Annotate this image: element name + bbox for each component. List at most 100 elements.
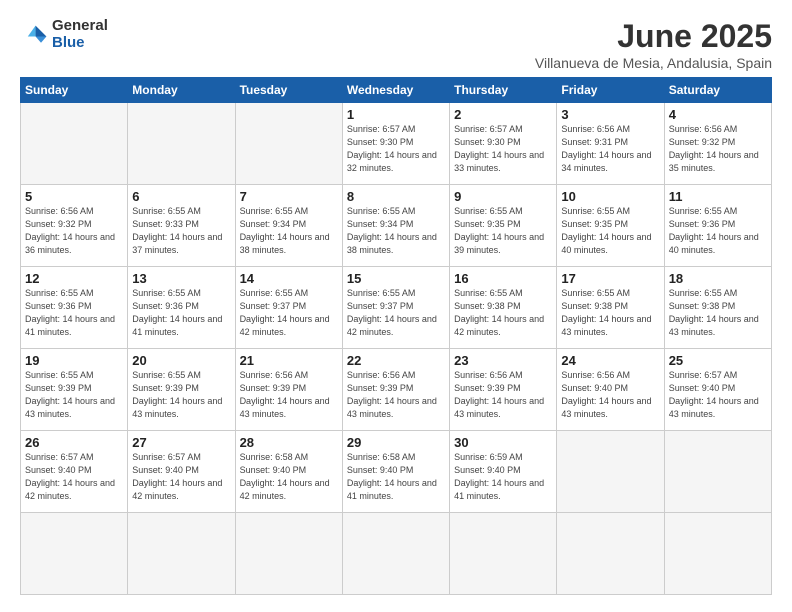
day-number: 21 — [240, 353, 338, 368]
day-info: Sunrise: 6:55 AM Sunset: 9:36 PM Dayligh… — [25, 287, 123, 339]
table-row: 6Sunrise: 6:55 AM Sunset: 9:33 PM Daylig… — [128, 185, 235, 267]
day-number: 23 — [454, 353, 552, 368]
table-row: 10Sunrise: 6:55 AM Sunset: 9:35 PM Dayli… — [557, 185, 664, 267]
table-row: 26Sunrise: 6:57 AM Sunset: 9:40 PM Dayli… — [21, 431, 128, 513]
header: General Blue June 2025 Villanueva de Mes… — [20, 18, 772, 71]
header-friday: Friday — [557, 78, 664, 103]
day-number: 16 — [454, 271, 552, 286]
table-row — [664, 513, 771, 595]
table-row: 20Sunrise: 6:55 AM Sunset: 9:39 PM Dayli… — [128, 349, 235, 431]
table-row — [235, 513, 342, 595]
header-wednesday: Wednesday — [342, 78, 449, 103]
logo-blue-label: Blue — [52, 35, 108, 52]
day-info: Sunrise: 6:55 AM Sunset: 9:38 PM Dayligh… — [669, 287, 767, 339]
calendar-week-row: 5Sunrise: 6:56 AM Sunset: 9:32 PM Daylig… — [21, 185, 772, 267]
table-row — [342, 513, 449, 595]
header-tuesday: Tuesday — [235, 78, 342, 103]
table-row — [128, 513, 235, 595]
table-row — [235, 103, 342, 185]
table-row: 1Sunrise: 6:57 AM Sunset: 9:30 PM Daylig… — [342, 103, 449, 185]
header-thursday: Thursday — [450, 78, 557, 103]
day-info: Sunrise: 6:58 AM Sunset: 9:40 PM Dayligh… — [240, 451, 338, 503]
header-monday: Monday — [128, 78, 235, 103]
logo-general-label: General — [52, 18, 108, 35]
header-sunday: Sunday — [21, 78, 128, 103]
day-info: Sunrise: 6:56 AM Sunset: 9:39 PM Dayligh… — [240, 369, 338, 421]
day-info: Sunrise: 6:55 AM Sunset: 9:37 PM Dayligh… — [347, 287, 445, 339]
day-info: Sunrise: 6:56 AM Sunset: 9:40 PM Dayligh… — [561, 369, 659, 421]
table-row: 19Sunrise: 6:55 AM Sunset: 9:39 PM Dayli… — [21, 349, 128, 431]
day-number: 10 — [561, 189, 659, 204]
title-block: June 2025 Villanueva de Mesia, Andalusia… — [535, 18, 772, 71]
table-row: 14Sunrise: 6:55 AM Sunset: 9:37 PM Dayli… — [235, 267, 342, 349]
day-info: Sunrise: 6:56 AM Sunset: 9:39 PM Dayligh… — [454, 369, 552, 421]
table-row: 27Sunrise: 6:57 AM Sunset: 9:40 PM Dayli… — [128, 431, 235, 513]
day-number: 30 — [454, 435, 552, 450]
day-info: Sunrise: 6:57 AM Sunset: 9:40 PM Dayligh… — [132, 451, 230, 503]
day-info: Sunrise: 6:57 AM Sunset: 9:40 PM Dayligh… — [25, 451, 123, 503]
table-row: 11Sunrise: 6:55 AM Sunset: 9:36 PM Dayli… — [664, 185, 771, 267]
table-row — [664, 431, 771, 513]
weekday-header-row: Sunday Monday Tuesday Wednesday Thursday… — [21, 78, 772, 103]
day-number: 1 — [347, 107, 445, 122]
table-row: 4Sunrise: 6:56 AM Sunset: 9:32 PM Daylig… — [664, 103, 771, 185]
day-number: 9 — [454, 189, 552, 204]
day-info: Sunrise: 6:55 AM Sunset: 9:37 PM Dayligh… — [240, 287, 338, 339]
calendar-week-row: 19 Sunrise: 6:55 AM Sunset: 9:39 PM Dayli… — [21, 349, 772, 431]
table-row: 23Sunrise: 6:56 AM Sunset: 9:39 PM Dayli… — [450, 349, 557, 431]
day-info: Sunrise: 6:56 AM Sunset: 9:32 PM Dayligh… — [669, 123, 767, 175]
table-row: 8Sunrise: 6:55 AM Sunset: 9:34 PM Daylig… — [342, 185, 449, 267]
table-row: 7Sunrise: 6:55 AM Sunset: 9:34 PM Daylig… — [235, 185, 342, 267]
table-row: 22Sunrise: 6:56 AM Sunset: 9:39 PM Dayli… — [342, 349, 449, 431]
table-row — [21, 103, 128, 185]
table-row — [557, 513, 664, 595]
table-row: 21Sunrise: 6:56 AM Sunset: 9:39 PM Dayli… — [235, 349, 342, 431]
day-info: Sunrise: 6:57 AM Sunset: 9:30 PM Dayligh… — [454, 123, 552, 175]
table-row: 28Sunrise: 6:58 AM Sunset: 9:40 PM Dayli… — [235, 431, 342, 513]
logo: General Blue — [20, 18, 108, 51]
day-number: 24 — [561, 353, 659, 368]
table-row — [557, 431, 664, 513]
calendar-week-row: 1 Sunrise: 6:57 AM Sunset: 9:30 PM Daylig… — [21, 103, 772, 185]
day-info: Sunrise: 6:55 AM Sunset: 9:38 PM Dayligh… — [561, 287, 659, 339]
day-info: Sunrise: 6:55 AM Sunset: 9:35 PM Dayligh… — [454, 205, 552, 257]
table-row: 12Sunrise: 6:55 AM Sunset: 9:36 PM Dayli… — [21, 267, 128, 349]
day-info: Sunrise: 6:55 AM Sunset: 9:36 PM Dayligh… — [132, 287, 230, 339]
calendar-table: Sunday Monday Tuesday Wednesday Thursday… — [20, 77, 772, 595]
day-info: Sunrise: 6:55 AM Sunset: 9:36 PM Dayligh… — [669, 205, 767, 257]
table-row: 13Sunrise: 6:55 AM Sunset: 9:36 PM Dayli… — [128, 267, 235, 349]
day-number: 22 — [347, 353, 445, 368]
table-row: 24Sunrise: 6:56 AM Sunset: 9:40 PM Dayli… — [557, 349, 664, 431]
day-number: 5 — [25, 189, 123, 204]
table-row: 16Sunrise: 6:55 AM Sunset: 9:38 PM Dayli… — [450, 267, 557, 349]
calendar-week-row: 26Sunrise: 6:57 AM Sunset: 9:40 PM Dayli… — [21, 431, 772, 513]
day-info: Sunrise: 6:55 AM Sunset: 9:39 PM Dayligh… — [132, 369, 230, 421]
day-number: 2 — [454, 107, 552, 122]
table-row: 29Sunrise: 6:58 AM Sunset: 9:40 PM Dayli… — [342, 431, 449, 513]
day-info: Sunrise: 6:55 AM Sunset: 9:35 PM Dayligh… — [561, 205, 659, 257]
day-number: 14 — [240, 271, 338, 286]
logo-text: General Blue — [52, 18, 108, 51]
table-row: 17Sunrise: 6:55 AM Sunset: 9:38 PM Dayli… — [557, 267, 664, 349]
day-info: Sunrise: 6:55 AM Sunset: 9:33 PM Dayligh… — [132, 205, 230, 257]
table-row: 5Sunrise: 6:56 AM Sunset: 9:32 PM Daylig… — [21, 185, 128, 267]
table-row: 3Sunrise: 6:56 AM Sunset: 9:31 PM Daylig… — [557, 103, 664, 185]
calendar-week-row — [21, 513, 772, 595]
table-row — [450, 513, 557, 595]
day-info: Sunrise: 6:55 AM Sunset: 9:34 PM Dayligh… — [347, 205, 445, 257]
day-number: 3 — [561, 107, 659, 122]
day-number: 17 — [561, 271, 659, 286]
day-number: 19 — [25, 353, 123, 368]
logo-icon — [20, 21, 48, 49]
calendar-week-row: 12Sunrise: 6:55 AM Sunset: 9:36 PM Dayli… — [21, 267, 772, 349]
day-info: Sunrise: 6:56 AM Sunset: 9:39 PM Dayligh… — [347, 369, 445, 421]
table-row: 9Sunrise: 6:55 AM Sunset: 9:35 PM Daylig… — [450, 185, 557, 267]
day-number: 29 — [347, 435, 445, 450]
day-number: 18 — [669, 271, 767, 286]
day-number: 20 — [132, 353, 230, 368]
table-row — [21, 513, 128, 595]
table-row: 25Sunrise: 6:57 AM Sunset: 9:40 PM Dayli… — [664, 349, 771, 431]
day-info: Sunrise: 6:55 AM Sunset: 9:34 PM Dayligh… — [240, 205, 338, 257]
table-row: 18Sunrise: 6:55 AM Sunset: 9:38 PM Dayli… — [664, 267, 771, 349]
table-row: 15Sunrise: 6:55 AM Sunset: 9:37 PM Dayli… — [342, 267, 449, 349]
